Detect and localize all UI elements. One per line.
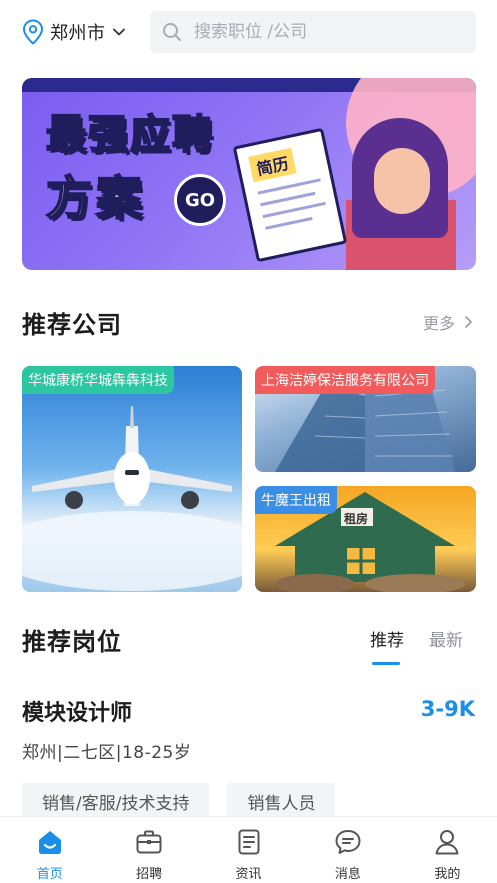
resume-line — [262, 201, 326, 219]
more-label: 更多 — [422, 314, 455, 333]
city-name: 郑州市 — [50, 23, 106, 44]
search-bar[interactable] — [150, 11, 476, 53]
job-title: 模块设计师 — [22, 701, 133, 726]
banner-go-badge: GO — [174, 174, 226, 226]
job-location-age: 郑州|二七区|18-25岁 — [22, 743, 192, 763]
resume-illustration: 简历 — [232, 127, 348, 263]
company-name-tag: 牛魔王出租 — [255, 486, 337, 514]
nav-item-jobs[interactable]: 招聘 — [99, 817, 198, 883]
airplane-image — [22, 406, 242, 591]
section-title-jobs: 推荐岗位 — [22, 628, 122, 656]
person-face — [374, 148, 430, 214]
nav-item-profile[interactable]: 我的 — [398, 817, 497, 883]
job-tabs: 推荐 最新 — [370, 626, 488, 665]
company-card[interactable]: 租房 牛魔王出租 — [255, 486, 476, 592]
bottom-nav: 首页 招聘 资讯 消息 我的 — [0, 816, 497, 883]
chevron-down-icon — [112, 28, 125, 36]
search-icon — [163, 23, 181, 41]
job-salary: 3-9K — [420, 697, 475, 721]
location-pin-icon — [22, 19, 44, 45]
chevron-right-icon — [465, 316, 472, 328]
company-name-tag: 华城康桥华城犇犇科技 — [22, 366, 174, 394]
search-input[interactable] — [194, 22, 454, 42]
rent-sign-label: 租房 — [344, 512, 369, 526]
job-tag: 销售/客服/技术支持 — [22, 783, 210, 820]
job-tag: 销售人员 — [227, 783, 336, 820]
nav-item-news[interactable]: 资讯 — [199, 817, 298, 883]
company-name-tag: 上海洁婷保洁服务有限公司 — [255, 366, 435, 394]
resume-label: 简历 — [248, 147, 297, 183]
nav-item-messages[interactable]: 消息 — [298, 817, 397, 883]
resume-line — [265, 216, 313, 230]
nav-label: 招聘 — [136, 867, 163, 882]
nav-item-home[interactable]: 首页 — [0, 817, 99, 883]
home-icon — [38, 831, 61, 854]
tab-latest[interactable]: 最新 — [429, 626, 463, 651]
banner-title-line2: 方案 — [45, 170, 146, 226]
nav-label: 资讯 — [235, 867, 262, 882]
promo-banner[interactable]: 最强应聘 方案 GO 简历 — [22, 78, 476, 270]
message-icon — [335, 830, 361, 854]
nav-label: 我的 — [434, 867, 461, 882]
nav-label: 消息 — [334, 867, 361, 882]
more-companies-link[interactable]: 更多 — [423, 310, 475, 334]
company-card[interactable]: 华城康桥华城犇犇科技 — [22, 366, 242, 592]
resume-line — [260, 191, 316, 207]
top-bar: 郑州市 — [0, 0, 497, 66]
tab-recommend[interactable]: 推荐 — [370, 626, 404, 665]
profile-icon — [435, 830, 459, 855]
news-icon — [238, 829, 260, 855]
nav-label: 首页 — [36, 867, 63, 882]
banner-title-line1: 最强应聘 — [45, 111, 214, 159]
section-title-companies: 推荐公司 — [22, 311, 122, 339]
job-tags: 销售/客服/技术支持 销售人员 — [22, 783, 353, 820]
city-selector[interactable]: 郑州市 — [22, 18, 126, 46]
company-card[interactable]: 上海洁婷保洁服务有限公司 — [255, 366, 476, 472]
briefcase-icon — [136, 830, 162, 854]
